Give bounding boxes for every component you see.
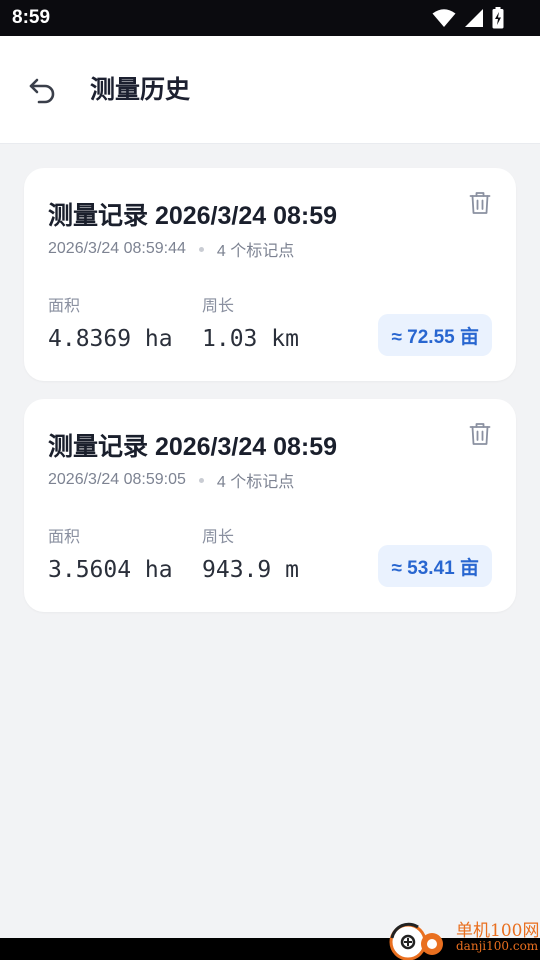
meta-separator-dot [198, 246, 204, 252]
delete-button[interactable] [466, 190, 494, 220]
record-meta: 2026/3/24 08:59:05 4 个标记点 [48, 468, 294, 492]
area-label: 面积 [48, 529, 81, 546]
area-stat: 面积 3.5604 ha [48, 527, 173, 585]
record-timestamp: 2026/3/24 08:59:05 [48, 471, 186, 488]
record-title: 测量记录 2026/3/24 08:59 [48, 202, 338, 230]
cellular-signal-icon [464, 8, 484, 28]
back-button[interactable] [22, 72, 62, 112]
record-timestamp: 2026/3/24 08:59:44 [48, 240, 186, 257]
record-meta: 2026/3/24 08:59:44 4 个标记点 [48, 237, 294, 261]
area-stat: 面积 4.8369 ha [48, 296, 173, 354]
undo-arrow-icon [26, 74, 58, 110]
app-bar: 测量历史 [0, 36, 540, 144]
status-time: 8:59 [12, 7, 51, 28]
watermark-site-name: 单机100网 [456, 921, 540, 941]
mu-badge: ≈ 53.41 亩 [378, 545, 492, 587]
perimeter-stat: 周长 1.03 km [202, 296, 299, 354]
mu-badge: ≈ 72.55 亩 [378, 314, 492, 356]
record-point-count: 4 个标记点 [216, 243, 295, 260]
perimeter-stat: 周长 943.9 m [202, 527, 299, 585]
watermark: 单机100网 danji100.com [388, 914, 540, 960]
perimeter-value: 943.9 m [202, 557, 299, 583]
record-point-count: 4 个标记点 [216, 474, 295, 491]
record-title: 测量记录 2026/3/24 08:59 [48, 433, 338, 461]
trash-icon [469, 191, 491, 219]
status-icons [432, 7, 504, 29]
trash-icon [469, 422, 491, 450]
area-value: 3.5604 ha [48, 557, 173, 583]
watermark-logo-icon [388, 916, 452, 960]
area-value: 4.8369 ha [48, 326, 173, 352]
history-card[interactable]: 测量记录 2026/3/24 08:59 2026/3/24 08:59:05 … [24, 399, 516, 612]
area-label: 面积 [48, 298, 81, 315]
meta-separator-dot [198, 477, 204, 483]
perimeter-label: 周长 [202, 529, 235, 546]
perimeter-label: 周长 [202, 298, 235, 315]
page-title: 测量历史 [90, 75, 191, 104]
battery-charging-icon [492, 7, 504, 29]
perimeter-value: 1.03 km [202, 326, 299, 352]
history-card[interactable]: 测量记录 2026/3/24 08:59 2026/3/24 08:59:44 … [24, 168, 516, 381]
watermark-site-url: danji100.com [456, 939, 539, 953]
wifi-icon [432, 8, 456, 28]
status-bar: 8:59 [0, 0, 540, 36]
delete-button[interactable] [466, 421, 494, 451]
